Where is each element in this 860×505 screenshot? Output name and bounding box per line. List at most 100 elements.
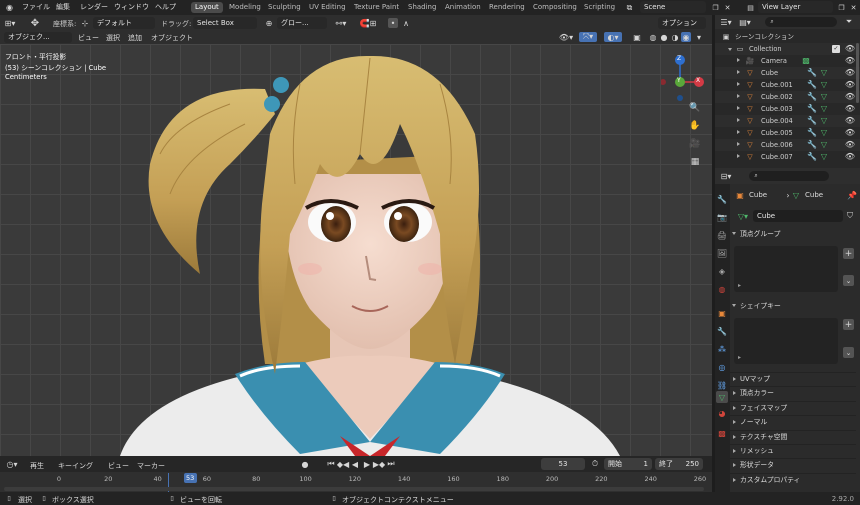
collapsed-panel[interactable]: 形状データ xyxy=(730,458,856,471)
proportional-edit-icon[interactable]: • xyxy=(388,18,398,28)
vertex-group-menu-button[interactable]: ⌄ xyxy=(843,275,854,286)
collection-row[interactable]: ▭ Collection ✓ 👁 xyxy=(715,43,860,55)
pin-icon[interactable]: 📌 xyxy=(847,190,857,200)
checkbox-icon[interactable]: ✓ xyxy=(832,45,840,53)
timeline-view-menu[interactable]: ビュー xyxy=(108,461,129,471)
tab-rendering[interactable]: Rendering xyxy=(485,2,529,13)
mesh-data-icon[interactable]: ▽ xyxy=(819,140,829,150)
play-reverse-icon[interactable]: ◀ xyxy=(350,459,360,469)
list-resize-icon[interactable]: ▸ xyxy=(738,282,741,289)
vertex-groups-list[interactable]: ▸ xyxy=(734,246,838,292)
camera-data-icon[interactable]: ▩ xyxy=(801,56,811,66)
wireframe-shading-icon[interactable]: ◍ xyxy=(648,32,658,42)
mesh-data-icon[interactable]: ▽ xyxy=(819,68,829,78)
tab-scripting[interactable]: Scripting xyxy=(580,2,619,13)
view-layer-icon[interactable]: ▤ xyxy=(745,2,756,13)
render-icon[interactable]: 📷 xyxy=(716,211,728,223)
record-icon[interactable]: ● xyxy=(300,459,310,469)
prev-keyframe-icon[interactable]: ◆◀ xyxy=(337,459,349,469)
outliner-item[interactable]: ▽ Cube.006 🔧 ▽ 👁 xyxy=(715,139,860,151)
tab-modeling[interactable]: Modeling xyxy=(225,2,265,13)
timeline-scrollbar[interactable] xyxy=(4,487,704,491)
collapsed-panel[interactable]: ノーマル xyxy=(730,415,856,428)
eye-icon[interactable]: 👁 xyxy=(845,68,855,78)
expand-right-icon[interactable] xyxy=(737,154,740,158)
menu-render[interactable]: レンダー xyxy=(80,2,108,12)
outliner-scrollbar[interactable] xyxy=(856,43,859,103)
tab-sculpting[interactable]: Sculpting xyxy=(264,2,305,13)
eye-icon[interactable]: 👁 xyxy=(845,80,855,90)
fake-user-icon[interactable]: ⛉ xyxy=(845,211,855,221)
texture-icon[interactable]: ▩ xyxy=(716,427,728,439)
collapsed-panel[interactable]: UVマップ xyxy=(730,372,856,385)
outliner-item[interactable]: ▽ Cube 🔧 ▽ 👁 xyxy=(715,67,860,79)
collapsed-panel[interactable]: リメッシュ xyxy=(730,444,856,457)
falloff-icon[interactable]: ∧ xyxy=(401,18,411,28)
material-shading-icon[interactable]: ◑ xyxy=(670,32,680,42)
drag-dropdown[interactable]: Select Box xyxy=(193,17,257,29)
constraints-icon[interactable]: ⛓ xyxy=(716,379,728,391)
modifier-icon[interactable]: 🔧 xyxy=(807,116,817,126)
modifier-icon[interactable]: 🔧 xyxy=(807,68,817,78)
tab-compositing[interactable]: Compositing xyxy=(529,2,581,13)
list-resize-icon[interactable]: ▸ xyxy=(738,354,741,361)
mesh-data-icon[interactable]: ▽ xyxy=(819,104,829,114)
world-icon[interactable]: ◍ xyxy=(716,283,728,295)
snap-icon[interactable]: 🧲⊞ xyxy=(357,18,379,28)
current-frame-field[interactable]: 53 xyxy=(541,458,585,470)
collapsed-panel[interactable]: フェイスマップ xyxy=(730,400,856,414)
modifier-tab-icon[interactable]: 🔧 xyxy=(716,325,728,337)
playback-menu[interactable]: 再生 xyxy=(30,461,44,471)
expand-right-icon[interactable] xyxy=(737,118,740,122)
keying-menu[interactable]: キーイング xyxy=(58,461,93,471)
add-shape-key-button[interactable]: + xyxy=(843,319,854,330)
mesh-data-icon[interactable]: ▽ xyxy=(819,92,829,102)
expand-right-icon[interactable] xyxy=(737,142,740,146)
ortho-grid-icon[interactable]: ▦ xyxy=(688,155,702,169)
menu-select[interactable]: 選択 xyxy=(106,33,120,43)
outliner-item[interactable]: ▽ Cube.002 🔧 ▽ 👁 xyxy=(715,91,860,103)
overlay-icon[interactable]: ◐▾ xyxy=(604,32,622,42)
pivot-icon[interactable]: ⚯▾ xyxy=(332,18,350,28)
mesh-data-icon[interactable]: ▽ xyxy=(819,116,829,126)
gizmo-icon[interactable]: ⤧▾ xyxy=(579,32,597,42)
mesh-data-icon[interactable]: ▽ xyxy=(819,80,829,90)
properties-editor-icon[interactable]: ⊟▾ xyxy=(718,171,734,181)
expand-right-icon[interactable] xyxy=(737,82,740,86)
menu-add[interactable]: 追加 xyxy=(128,33,142,43)
expand-right-icon[interactable] xyxy=(737,94,740,98)
transform-tool-icon[interactable]: ✥ xyxy=(28,17,42,29)
menu-view[interactable]: ビュー xyxy=(78,33,99,43)
add-vertex-group-button[interactable]: + xyxy=(843,248,854,259)
menu-edit[interactable]: 編集 xyxy=(56,2,70,12)
view-layer-tab-icon[interactable]: 🖼 xyxy=(716,247,728,259)
expand-right-icon[interactable] xyxy=(737,106,740,110)
camera-view-icon[interactable]: 🎥 xyxy=(688,137,702,151)
menu-object[interactable]: オブジェクト xyxy=(151,33,193,43)
blender-logo-icon[interactable]: ◉ xyxy=(4,2,15,13)
expand-right-icon[interactable] xyxy=(737,58,740,62)
editor-type-icon[interactable]: ⊞▾ xyxy=(3,18,17,28)
timeline-editor-icon[interactable]: ◷▾ xyxy=(4,459,20,469)
mesh-name-field[interactable]: Cube xyxy=(753,210,843,222)
stopwatch-icon[interactable]: ⏱ xyxy=(590,459,600,469)
particles-icon[interactable]: ⁂ xyxy=(716,343,728,355)
modifier-icon[interactable]: 🔧 xyxy=(807,140,817,150)
modifier-icon[interactable]: 🔧 xyxy=(807,152,817,162)
options-dropdown[interactable]: オプション xyxy=(658,17,706,29)
outliner-item[interactable]: ▽ Cube.001 🔧 ▽ 👁 xyxy=(715,79,860,91)
vertex-groups-panel[interactable]: 頂点グループ xyxy=(730,228,856,241)
next-keyframe-icon[interactable]: ▶◆ xyxy=(373,459,385,469)
modifier-icon[interactable]: 🔧 xyxy=(807,104,817,114)
close-scene-icon[interactable]: ✕ xyxy=(722,2,733,13)
solid-shading-icon[interactable]: ● xyxy=(659,32,669,42)
collapsed-panel[interactable]: テクスチャ空間 xyxy=(730,429,856,443)
physics-icon[interactable]: ◎ xyxy=(716,361,728,373)
menu-window[interactable]: ウィンドウ xyxy=(114,2,149,12)
end-frame-field[interactable]: 終了 250 xyxy=(655,458,703,470)
mode-dropdown[interactable]: オブジェク... xyxy=(4,32,72,43)
tab-texture-paint[interactable]: Texture Paint xyxy=(350,2,403,13)
eye-icon[interactable]: 👁 xyxy=(845,104,855,114)
outliner-item[interactable]: ▽ Cube.003 🔧 ▽ 👁 xyxy=(715,103,860,115)
eye-icon[interactable]: 👁 xyxy=(845,56,855,66)
